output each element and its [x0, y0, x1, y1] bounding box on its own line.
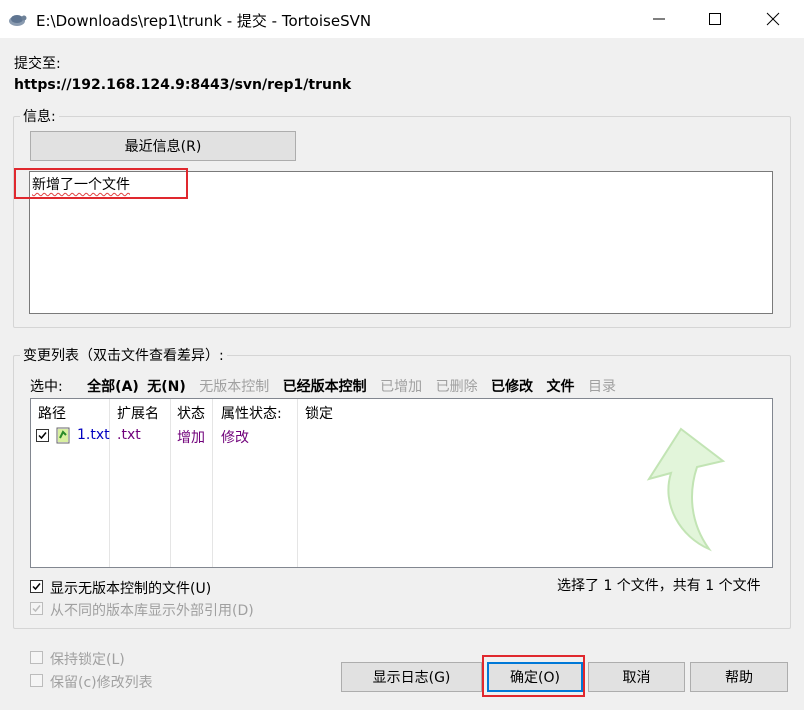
commit-url: https://192.168.124.9:8443/svn/rep1/trun… [14, 77, 352, 93]
column-header-extension[interactable]: 扩展名 [117, 403, 159, 423]
recent-messages-button[interactable]: 最近信息(R) [30, 131, 296, 161]
row-path: 1.txt [77, 427, 110, 443]
column-separator [297, 399, 298, 567]
filter-unversioned[interactable]: 无版本控制 [199, 379, 269, 395]
column-header-path[interactable]: 路径 [38, 403, 66, 423]
filter-none[interactable]: 无(N) [147, 379, 186, 395]
filter-added[interactable]: 已增加 [380, 379, 422, 395]
column-header-status[interactable]: 状态 [177, 403, 205, 423]
show-unversioned-label[interactable]: 显示无版本控制的文件(U) [50, 578, 211, 598]
changes-group-title: 变更列表（双击文件查看差异）: [20, 345, 227, 365]
cancel-button[interactable]: 取消 [588, 662, 685, 692]
minimize-button[interactable] [630, 0, 688, 38]
highlight-message-box [14, 168, 188, 199]
help-button[interactable]: 帮助 [690, 662, 788, 692]
keep-locks-checkbox[interactable] [30, 651, 43, 664]
row-status: 增加 [177, 430, 205, 446]
added-file-icon [56, 427, 70, 444]
close-button[interactable] [744, 0, 802, 38]
message-group-title: 信息: [20, 106, 59, 126]
keep-changelist-checkbox[interactable] [30, 674, 43, 687]
commit-arrow-watermark-icon [646, 427, 726, 552]
row-extension: .txt [117, 427, 141, 443]
show-unversioned-checkbox[interactable] [30, 580, 43, 593]
filter-files[interactable]: 文件 [547, 379, 575, 395]
check-icon [32, 583, 41, 591]
filter-modified[interactable]: 已修改 [491, 379, 533, 395]
column-header-lock[interactable]: 锁定 [305, 403, 333, 423]
maximize-icon [709, 13, 721, 25]
filter-versioned[interactable]: 已经版本控制 [283, 379, 367, 395]
row-property-status: 修改 [221, 430, 249, 446]
filter-directories[interactable]: 目录 [588, 379, 616, 395]
tortoise-icon [9, 15, 27, 26]
column-separator [109, 399, 110, 567]
filter-all[interactable]: 全部(A) [87, 379, 139, 395]
select-label: 选中: [30, 379, 63, 395]
show-externals-checkbox[interactable] [30, 602, 43, 615]
show-log-button[interactable]: 显示日志(G) [341, 662, 482, 692]
row-checkbox[interactable] [36, 429, 49, 442]
show-externals-label[interactable]: 从不同的版本库显示外部引用(D) [50, 600, 254, 620]
selection-summary: 选择了 1 个文件，共有 1 个文件 [557, 578, 761, 594]
window-title: E:\Downloads\rep1\trunk - 提交 - TortoiseS… [36, 12, 372, 30]
close-icon [766, 12, 780, 26]
filter-bar: 选中: 全部(A) 无(N) 无版本控制 已经版本控制 已增加 已删除 已修改 … [30, 376, 625, 396]
column-separator [170, 399, 171, 567]
column-separator [212, 399, 213, 567]
column-header-property-status[interactable]: 属性状态: [221, 403, 282, 423]
minimize-icon [653, 18, 665, 20]
highlight-ok-button [482, 655, 585, 697]
changes-list[interactable]: 路径 扩展名 状态 属性状态: 锁定 1.txt .txt 增加 修改 [30, 398, 773, 568]
title-bar[interactable]: E:\Downloads\rep1\trunk - 提交 - TortoiseS… [0, 0, 804, 38]
maximize-button[interactable] [686, 0, 744, 38]
keep-locks-label[interactable]: 保持锁定(L) [50, 649, 125, 669]
filter-deleted[interactable]: 已删除 [436, 379, 478, 395]
check-icon [38, 432, 47, 440]
keep-changelist-label[interactable]: 保留(c)修改列表 [50, 672, 153, 692]
commit-to-label: 提交至: [14, 56, 61, 72]
check-icon [32, 605, 41, 613]
